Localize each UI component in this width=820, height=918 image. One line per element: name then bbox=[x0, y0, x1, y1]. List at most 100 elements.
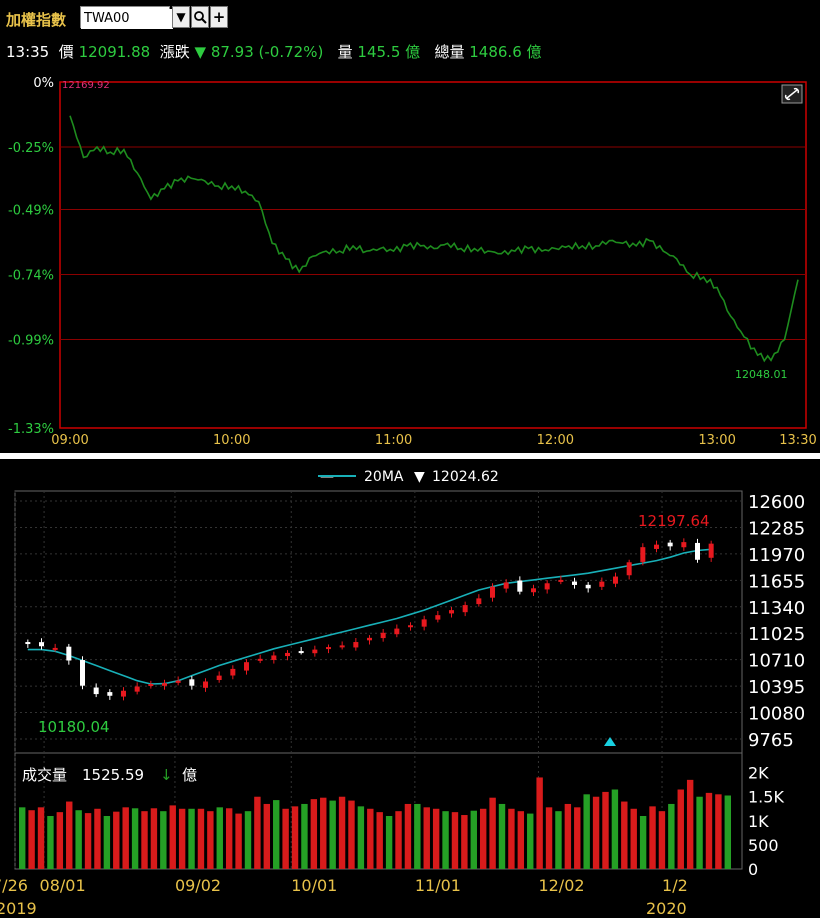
intraday-frame bbox=[59, 81, 807, 429]
volume-bar bbox=[320, 797, 327, 869]
volume-bar bbox=[75, 810, 82, 869]
volume-bar bbox=[235, 813, 242, 869]
volume-bar bbox=[301, 803, 308, 869]
volume-arrow-icon: ↓ bbox=[160, 766, 173, 784]
candle-body bbox=[134, 686, 140, 692]
candle-body bbox=[52, 647, 58, 650]
volume-bar bbox=[451, 812, 459, 869]
candle-body bbox=[626, 562, 632, 576]
volume-bar bbox=[574, 807, 581, 869]
ma-legend-value: 12024.62 bbox=[432, 469, 499, 485]
candle-body bbox=[462, 605, 468, 613]
candle-body bbox=[449, 610, 454, 614]
ma-arrow-icon: ▼ bbox=[414, 469, 425, 485]
volume-bar bbox=[705, 792, 713, 869]
volume-bar bbox=[263, 803, 271, 869]
daily-ytick-label: 10080 bbox=[748, 704, 805, 725]
volume-ytick-label: 1.5K bbox=[748, 788, 784, 807]
chevron-down-icon[interactable]: ▼ bbox=[172, 6, 190, 28]
volume-bar bbox=[131, 808, 139, 869]
volume-bar bbox=[461, 815, 468, 869]
volume-bar bbox=[273, 800, 280, 869]
candle-body bbox=[640, 547, 646, 562]
intraday-price-line bbox=[69, 115, 799, 363]
candle-body bbox=[476, 598, 482, 605]
candle-body bbox=[380, 632, 386, 639]
volume-bar bbox=[376, 812, 383, 869]
volume-bar bbox=[282, 808, 289, 869]
symbol-field[interactable] bbox=[80, 6, 173, 29]
volume-bar bbox=[658, 811, 666, 869]
volume-bar bbox=[329, 800, 336, 869]
volume-bar bbox=[668, 803, 675, 869]
volume-unit: 億 bbox=[182, 766, 197, 784]
volume-bar bbox=[169, 805, 176, 869]
quote-time: 13:35 bbox=[6, 43, 50, 61]
reference-price-label: 12169.92 bbox=[62, 80, 110, 91]
volume-bar bbox=[244, 811, 252, 869]
volume-bar bbox=[715, 794, 722, 869]
price-value: 12091.88 bbox=[78, 43, 151, 61]
volume-bar bbox=[160, 811, 167, 869]
volume-bar bbox=[498, 803, 506, 869]
candle-body bbox=[667, 542, 673, 547]
volume-ytick-label: 0 bbox=[748, 860, 758, 879]
change-value: 87.93 (-0.72%) bbox=[210, 43, 324, 61]
volume-bar bbox=[602, 791, 609, 869]
ma-legend-label: 20MA bbox=[364, 469, 404, 485]
search-icon[interactable] bbox=[191, 6, 209, 28]
change-arrow-icon: ▼ bbox=[194, 43, 207, 61]
volume-bar bbox=[357, 806, 365, 869]
candle-body bbox=[80, 660, 85, 686]
candle-body bbox=[93, 687, 99, 695]
candle-body bbox=[230, 668, 236, 676]
candle-body bbox=[490, 586, 495, 598]
volume-bar bbox=[188, 808, 195, 869]
price-label: 價 bbox=[58, 43, 74, 61]
candle-body bbox=[121, 690, 126, 697]
volume-bar bbox=[536, 777, 543, 869]
volume-bar bbox=[103, 816, 111, 869]
volume-bar bbox=[404, 803, 412, 869]
volume-bar bbox=[442, 811, 449, 869]
plus-icon[interactable]: + bbox=[210, 6, 228, 28]
candle-body bbox=[244, 662, 249, 671]
volume-bar bbox=[470, 810, 477, 869]
volume-bar bbox=[94, 808, 101, 869]
candle-body bbox=[599, 581, 605, 587]
candle-body bbox=[203, 681, 208, 688]
candle-body bbox=[394, 628, 400, 635]
volume-bar bbox=[508, 808, 515, 869]
candle-body bbox=[544, 583, 550, 590]
daily-xtick-label: 10/01 bbox=[291, 876, 337, 895]
volume-bar bbox=[47, 816, 54, 869]
volume-bar bbox=[479, 808, 487, 869]
volume-bar bbox=[225, 808, 233, 869]
candle-body bbox=[271, 655, 277, 660]
year-label: 2020 bbox=[646, 899, 687, 918]
daily-ytick-label: 10710 bbox=[748, 651, 805, 672]
candle-body bbox=[339, 645, 345, 648]
volume-title: 成交量 bbox=[22, 766, 67, 784]
low-price-label: 12048.01 bbox=[735, 368, 788, 381]
volume-bar bbox=[395, 811, 402, 869]
intraday-chart: 0% -0.25% -0.49% -0.74% -0.99% -1.33% 12169.92… bbox=[8, 76, 817, 448]
candle-body bbox=[681, 542, 687, 548]
daily-xtick-label: 12/02 bbox=[538, 876, 584, 895]
candle-body bbox=[148, 684, 154, 687]
volume-bar bbox=[367, 808, 374, 869]
link-icon[interactable] bbox=[781, 84, 803, 104]
volume-bar bbox=[686, 779, 694, 869]
volume-bar bbox=[216, 807, 223, 869]
volume-value: 145.5 億 bbox=[357, 43, 421, 61]
intraday-ytick-label: -0.99% bbox=[8, 334, 54, 349]
intraday-xtick-label: 11:00 bbox=[375, 433, 412, 448]
symbol-input[interactable] bbox=[81, 8, 173, 29]
candle-body bbox=[66, 646, 72, 661]
volume-label: 量 bbox=[337, 43, 353, 61]
intraday-ytick-label: -0.25% bbox=[8, 141, 54, 156]
intraday-ytick-label: -1.33% bbox=[8, 422, 54, 437]
candle-body bbox=[517, 580, 523, 592]
triangle-up-icon bbox=[604, 737, 616, 746]
volume-bar bbox=[564, 803, 572, 869]
